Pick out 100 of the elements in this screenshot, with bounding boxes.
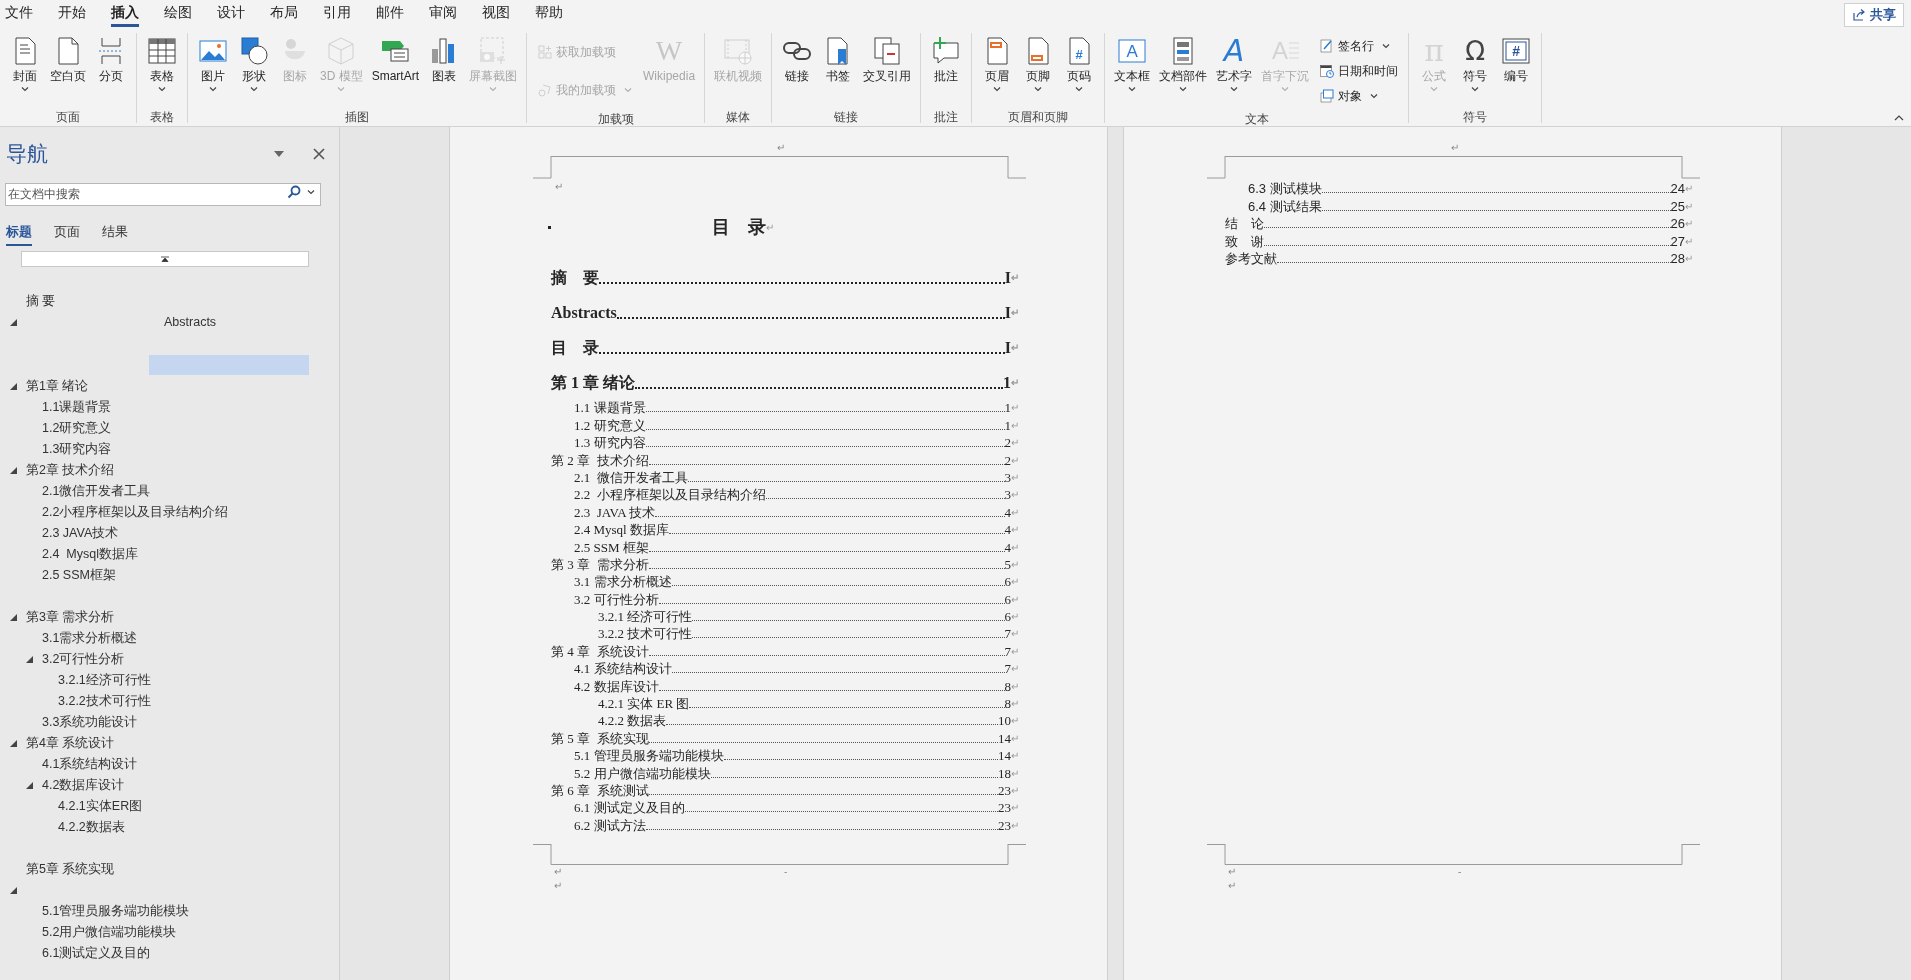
toc-entry[interactable]: 5.2 用户微信端功能模块	[574, 764, 711, 782]
expanded-triangle-icon[interactable]	[10, 319, 17, 326]
toc-entry[interactable]: 4.1 系统结构设计	[574, 660, 672, 678]
toc-entry[interactable]: 6.1 测试定义及目的	[574, 799, 685, 817]
toc-entry[interactable]: 摘 要	[551, 269, 599, 294]
caret-icon[interactable]	[306, 187, 316, 197]
expanded-triangle-icon[interactable]	[10, 740, 17, 747]
toc-entry[interactable]: 3.2.2 技术可行性	[598, 625, 693, 643]
toc-entry[interactable]: Abstracts	[551, 304, 617, 329]
toc-entry[interactable]: 1.2 研究意义	[574, 416, 646, 434]
ribbon-button[interactable]: 图片	[193, 33, 233, 107]
heading-item[interactable]: 第2章 技术介绍	[26, 461, 115, 480]
search-field[interactable]: 在文档中搜索	[5, 182, 321, 206]
toc-entry[interactable]: 3.2.1 经济可行性	[598, 608, 693, 626]
toc-entry[interactable]: 5.1 管理员服务端功能模块	[574, 747, 724, 765]
menu-tab[interactable]: 引用	[310, 0, 363, 28]
ribbon-button[interactable]: 空白页	[46, 33, 90, 107]
expanded-triangle-icon[interactable]	[10, 887, 17, 894]
menu-tab[interactable]: 审阅	[416, 0, 469, 28]
toc-entry[interactable]: 2.1 微信开发者工具	[574, 468, 688, 486]
toc-entry[interactable]: 4.2.2 数据表	[598, 712, 667, 730]
menu-tab[interactable]: 视图	[469, 0, 522, 28]
toc-entry[interactable]: 致 谢	[1225, 232, 1264, 250]
expanded-triangle-icon[interactable]	[10, 383, 17, 390]
heading-item[interactable]: 4.2.1实体ER图	[58, 797, 143, 816]
toc-entry[interactable]: 2.2 小程序框架以及目录结构介绍	[574, 486, 766, 504]
ribbon-button[interactable]: 链接	[777, 33, 818, 107]
toc-entry[interactable]: 4.2.1 实体 ER 图	[598, 695, 690, 713]
ribbon-button[interactable]: A 文本框	[1110, 33, 1155, 107]
collapse-ribbon-icon[interactable]	[1893, 113, 1905, 123]
expanded-triangle-icon[interactable]	[10, 614, 17, 621]
expanded-triangle-icon[interactable]	[26, 656, 33, 663]
menu-tab[interactable]: 布局	[257, 0, 310, 28]
heading-item[interactable]: 摘 要	[26, 292, 56, 311]
toc-entry[interactable]: 第 5 章 系统实现	[551, 729, 649, 747]
ribbon-button[interactable]: 封面	[5, 33, 45, 107]
heading-item[interactable]: 2.3 JAVA技术	[42, 524, 119, 543]
toc-entry[interactable]: 1.1 课题背景	[574, 399, 646, 417]
heading-item[interactable]: 3.2.1经济可行性	[58, 671, 151, 690]
toc-entry[interactable]: 6.3 测试模块	[1248, 180, 1322, 198]
ribbon-button[interactable]: 书签	[818, 33, 859, 107]
ribbon-button[interactable]: 对象	[1317, 85, 1401, 108]
ribbon-button[interactable]: # 页码	[1059, 33, 1100, 107]
heading-item[interactable]: 5.1管理员服务端功能模块	[42, 902, 190, 921]
menu-tab[interactable]: 设计	[204, 0, 257, 28]
ribbon-button[interactable]: 页眉	[977, 33, 1018, 107]
toc-entry[interactable]: 第 3 章 需求分析	[551, 555, 649, 573]
ribbon-button[interactable]: 批注	[926, 33, 967, 107]
ribbon-button[interactable]: 页脚	[1018, 33, 1059, 107]
search-icon[interactable]	[287, 185, 301, 199]
menu-tab[interactable]: 绘图	[151, 0, 204, 28]
toc-entry[interactable]: 3.1 需求分析概述	[574, 573, 672, 591]
heading-item[interactable]: 6.1测试定义及目的	[42, 944, 151, 963]
ribbon-button[interactable]: A 艺术字	[1212, 33, 1257, 107]
toc-entry[interactable]: 6.4 测试结果	[1248, 197, 1322, 215]
heading-item[interactable]: 1.2研究意义	[42, 419, 112, 438]
toc-entry[interactable]: 参考文献	[1225, 249, 1277, 267]
menu-tab[interactable]: 开始	[45, 0, 98, 28]
close-icon[interactable]	[313, 148, 325, 160]
toc-entry[interactable]: 2.3 JAVA 技术	[574, 503, 656, 521]
heading-item[interactable]: 2.1微信开发者工具	[42, 482, 151, 501]
heading-item[interactable]: 1.1课题背景	[42, 398, 112, 417]
ribbon-button[interactable]: 签名行	[1317, 34, 1401, 57]
heading-item[interactable]: 2.2小程序框架以及目录结构介绍	[42, 503, 229, 522]
toc-entry[interactable]: 第 2 章 技术介绍	[551, 451, 649, 469]
toc-entry[interactable]: 4.2 数据库设计	[574, 677, 659, 695]
toc-entry[interactable]: 目 录	[551, 339, 599, 364]
pane-tab[interactable]: 结果	[102, 224, 128, 246]
pane-tab[interactable]: 页面	[54, 224, 80, 246]
menu-tab[interactable]: 邮件	[363, 0, 416, 28]
heading-item[interactable]: 3.1需求分析概述	[42, 629, 138, 648]
expanded-triangle-icon[interactable]	[10, 467, 17, 474]
heading-item[interactable]: 2.4 Mysql数据库	[42, 545, 138, 564]
heading-item[interactable]: 第4章 系统设计	[26, 734, 115, 753]
ribbon-button[interactable]: 日期和时间	[1317, 60, 1401, 82]
ribbon-button[interactable]: 文档部件	[1155, 33, 1212, 107]
ribbon-button[interactable]: Ω 符号	[1455, 33, 1496, 107]
ribbon-button[interactable]: # 编号	[1496, 33, 1537, 107]
toc-entry[interactable]: 第 6 章 系统测试	[551, 782, 649, 799]
ribbon-button[interactable]: 交叉引用	[859, 33, 916, 107]
heading-item[interactable]: 2.5 SSM框架	[42, 566, 116, 585]
menu-tab[interactable]: 文件	[0, 0, 45, 28]
heading-item[interactable]: 4.2数据库设计	[42, 776, 125, 795]
toc-entry[interactable]: 1.3 研究内容	[574, 434, 646, 452]
dropdown-icon[interactable]	[273, 150, 285, 158]
heading-item[interactable]: 4.2.2数据表	[58, 818, 125, 837]
ribbon-button[interactable]: 分页	[91, 33, 131, 107]
ribbon-button[interactable]: 表格	[142, 33, 182, 107]
heading-item[interactable]: 4.1系统结构设计	[42, 755, 138, 774]
heading-item[interactable]: 3.2可行性分析	[42, 650, 125, 669]
heading-item[interactable]: 5.2用户微信端功能模块	[42, 923, 177, 942]
menu-tab[interactable]: 帮助	[522, 0, 575, 28]
heading-item[interactable]: 第5章 系统实现	[26, 860, 115, 879]
expanded-triangle-icon[interactable]	[26, 782, 33, 789]
toc-entry[interactable]: 6.2 测试方法	[574, 816, 646, 834]
heading-item[interactable]: 3.3系统功能设计	[42, 713, 138, 732]
toc-entry[interactable]: 3.2 可行性分析	[574, 590, 659, 608]
ribbon-button[interactable]: 图表	[424, 33, 465, 107]
ribbon-button[interactable]: 形状	[234, 33, 274, 107]
heading-item[interactable]: 第3章 需求分析	[26, 608, 115, 627]
